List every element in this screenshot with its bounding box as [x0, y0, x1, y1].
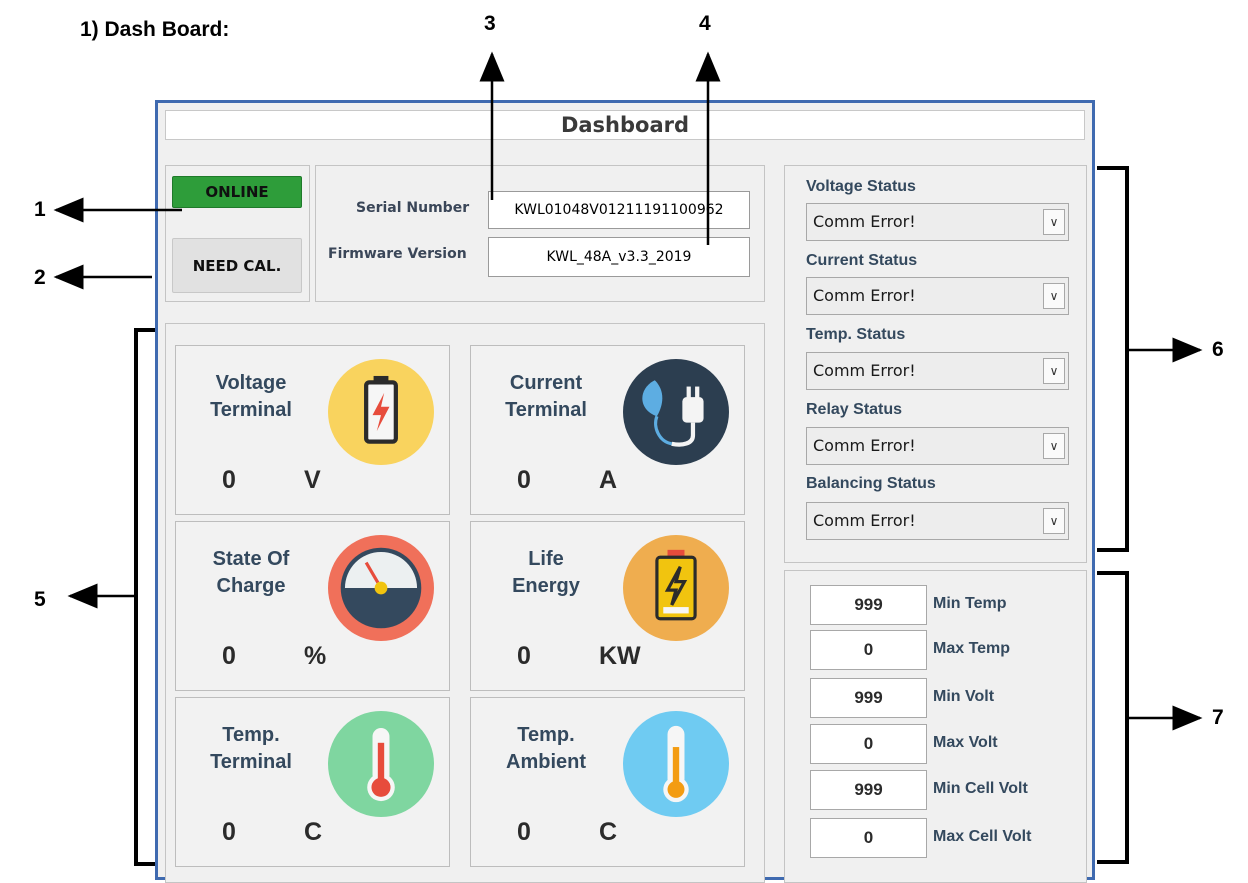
callout-arrows: [53, 51, 1203, 866]
bracket-7: [1097, 571, 1129, 864]
bracket-6: [1097, 166, 1129, 552]
bracket-5: [134, 328, 155, 866]
